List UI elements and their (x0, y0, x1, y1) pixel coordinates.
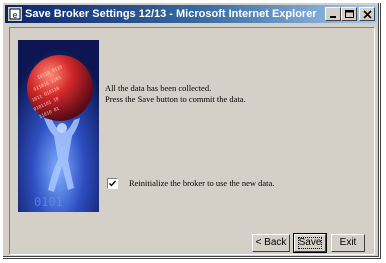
save-button-wrapper: Save (293, 233, 327, 253)
wizard-graphic-atlas-globe: 10110 0110 011010 1101 1011 010110 01011… (18, 40, 99, 212)
minimize-icon (330, 16, 336, 18)
message-line-instruction: Press the Save button to commit the data… (105, 94, 246, 104)
internet-explorer-icon: e (8, 7, 22, 21)
close-button[interactable] (359, 7, 375, 21)
save-button[interactable]: Save (293, 233, 327, 253)
reinitialize-checkbox[interactable] (107, 178, 118, 189)
maximize-button[interactable] (341, 7, 357, 21)
save-button-label: Save (298, 237, 322, 248)
exit-button[interactable]: Exit (331, 234, 365, 252)
svg-text:e: e (12, 10, 17, 20)
message-line-collected: All the data has been collected. (105, 83, 212, 93)
window-title: Save Broker Settings 12/13 - Microsoft I… (25, 8, 317, 20)
title-bar[interactable]: e Save Broker Settings 12/13 - Microsoft… (5, 5, 377, 23)
close-icon (363, 10, 372, 19)
svg-text:0101: 0101 (34, 195, 63, 209)
wizard-panel: 10110 0110 011010 1101 1011 010110 01011… (9, 27, 375, 255)
maximize-icon (345, 10, 354, 18)
status-message: All the data has been collected. Press t… (105, 83, 246, 105)
minimize-button[interactable] (325, 7, 341, 21)
checkmark-icon (109, 180, 116, 187)
browser-window: e Save Broker Settings 12/13 - Microsoft… (2, 2, 380, 258)
reinitialize-label[interactable]: Reinitialize the broker to use the new d… (129, 178, 274, 189)
back-button[interactable]: < Back (252, 234, 290, 252)
